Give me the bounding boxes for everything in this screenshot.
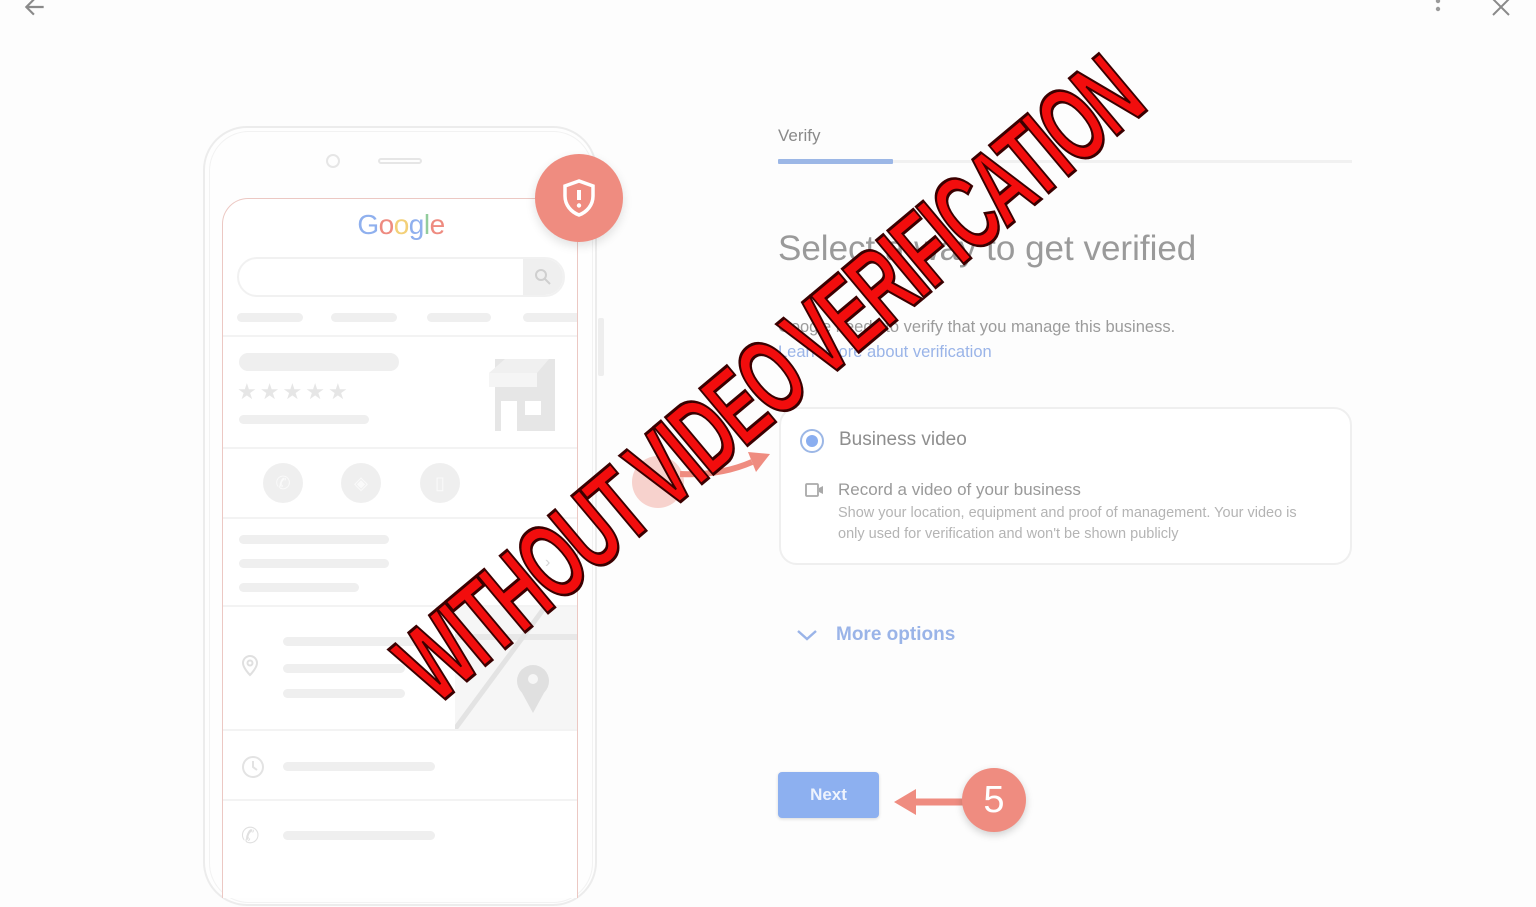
- search-bar-illustration: [237, 257, 565, 297]
- rating-stars: ★ ★ ★ ★ ★: [237, 379, 348, 405]
- more-vert-icon: [1435, 0, 1441, 12]
- storefront-icon: [485, 355, 563, 436]
- placeholder-line: [427, 313, 491, 322]
- chevron-down-icon: [797, 630, 817, 641]
- more-options-button[interactable]: More options: [796, 624, 955, 646]
- logo-letter: g: [408, 209, 425, 240]
- logo-letter: e: [429, 209, 446, 240]
- directions-icon: ◈: [341, 463, 381, 503]
- divider: [223, 447, 577, 449]
- more-options-label: More options: [836, 624, 956, 645]
- google-logo: Google: [223, 209, 577, 241]
- logo-letter: G: [357, 209, 379, 240]
- star-icon: ★: [237, 379, 257, 404]
- radio-selected-dot: [806, 435, 818, 447]
- option-title: Business video: [839, 429, 967, 450]
- business-video-radio[interactable]: [800, 429, 824, 453]
- logo-letter: o: [393, 209, 410, 240]
- step-number-badge: 5: [962, 768, 1026, 832]
- location-pin-icon: [241, 654, 259, 682]
- placeholder-line: [239, 535, 389, 544]
- star-icon: ★: [327, 379, 348, 404]
- divider: [223, 335, 577, 337]
- method-title: Record a video of your business: [838, 480, 1081, 499]
- star-icon: ★: [282, 379, 303, 404]
- arrow-annotation-next: [894, 789, 964, 815]
- shield-alert-badge: [535, 154, 623, 242]
- tab-verify[interactable]: Verify: [778, 126, 821, 146]
- more-menu-button[interactable]: [1432, 0, 1444, 25]
- back-button[interactable]: [22, 0, 48, 24]
- logo-letter: o: [378, 209, 395, 240]
- placeholder-line: [239, 559, 389, 568]
- search-icon: [523, 259, 563, 295]
- phone-side-button: [598, 318, 604, 376]
- bookmark-icon: ▯: [420, 463, 460, 503]
- star-icon: ★: [259, 379, 280, 404]
- phone-icon: ✆: [263, 463, 303, 503]
- arrow-left-icon: [24, 0, 44, 16]
- close-button[interactable]: [1490, 0, 1512, 23]
- placeholder-line: [239, 583, 359, 592]
- placeholder-line: [237, 313, 303, 322]
- placeholder-line: [523, 313, 577, 322]
- star-icon: ★: [305, 379, 325, 404]
- phone-speaker: [378, 158, 422, 164]
- close-icon: [1492, 0, 1510, 16]
- next-button[interactable]: Next: [778, 772, 879, 818]
- shield-alert-icon: [563, 179, 595, 217]
- video-camera-icon: [805, 482, 825, 503]
- phone-camera: [326, 154, 340, 168]
- placeholder-title: [239, 353, 399, 371]
- placeholder-line: [331, 313, 397, 322]
- placeholder-line: [239, 415, 369, 424]
- progress-indicator: [778, 159, 893, 164]
- method-description: Show your location, equipment and proof …: [838, 505, 1297, 542]
